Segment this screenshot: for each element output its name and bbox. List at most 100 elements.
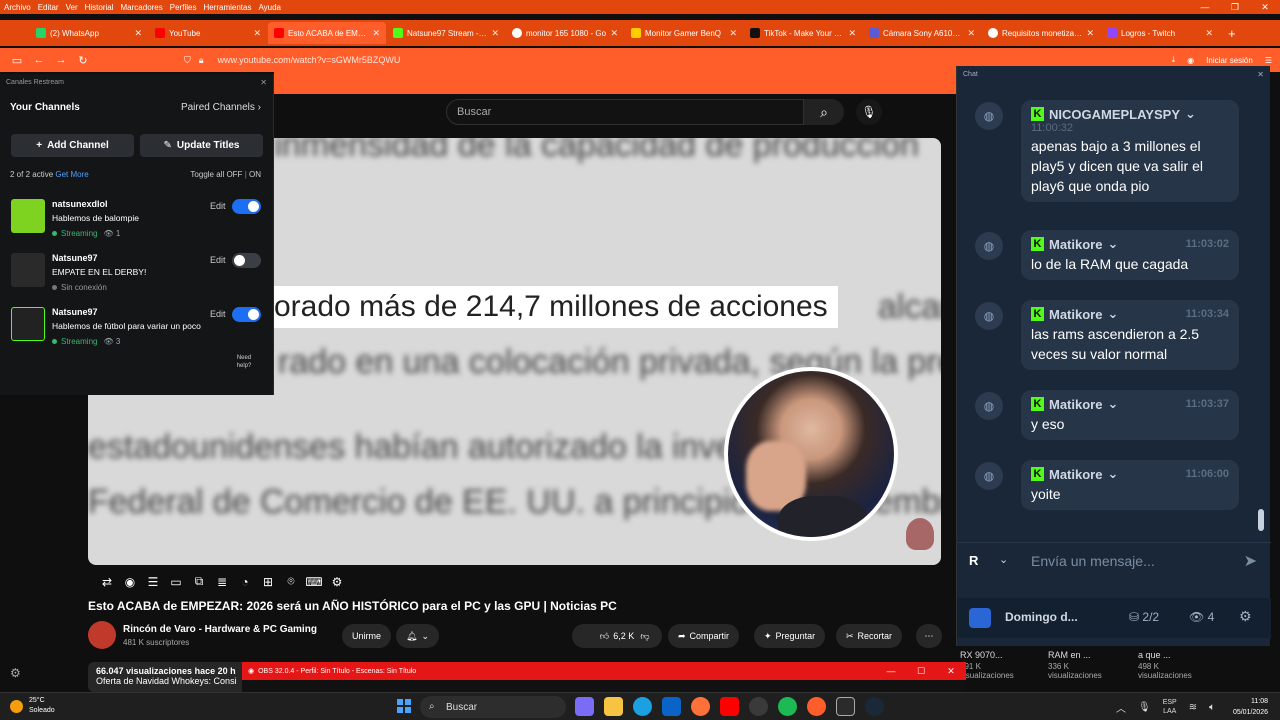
need-help-button[interactable]: Need help?: [232, 354, 256, 370]
epic-games-icon[interactable]: [836, 697, 855, 716]
windows-start-icon[interactable]: [397, 699, 411, 713]
update-titles-button[interactable]: ✎ Update Titles: [140, 134, 263, 157]
settings-icon[interactable]: ⚙: [328, 575, 346, 589]
tab-close-icon[interactable]: ✕: [848, 28, 856, 39]
keyboard-icon[interactable]: ⌨: [305, 575, 323, 589]
edit-button[interactable]: Edit: [210, 201, 226, 211]
tab-twitch[interactable]: Logros - Twitch ✕: [1101, 22, 1219, 44]
tab-close-icon[interactable]: ✕: [134, 28, 142, 39]
pip-icon[interactable]: ⧉: [190, 574, 208, 589]
edit-button[interactable]: Edit: [210, 309, 226, 319]
close-icon[interactable]: ✕: [936, 662, 966, 680]
tab-google-monitor[interactable]: monitor 165 1080 - Go ✕: [506, 22, 624, 44]
obs-window-titlebar[interactable]: ◉ OBS 32.0.4 - Perfil: Sin Título - Escen…: [242, 662, 966, 680]
menu-ver[interactable]: Ver: [66, 3, 78, 12]
add-channel-button[interactable]: + Add Channel: [11, 134, 134, 157]
notifications-button[interactable]: 🔔︎ ⌄: [396, 624, 439, 648]
close-icon[interactable]: ✕: [1257, 70, 1264, 79]
channel-avatar[interactable]: [88, 621, 116, 649]
description-box[interactable]: 66.047 visualizaciones hace 20 h Oferta …: [88, 662, 268, 692]
ask-button[interactable]: ✦ Preguntar: [754, 624, 826, 648]
obs-icon[interactable]: [749, 697, 768, 716]
edge-icon[interactable]: [633, 697, 652, 716]
sidebar-settings-icon[interactable]: ⚙: [10, 666, 21, 680]
sidebar-toggle-icon[interactable]: ▭: [6, 51, 28, 69]
channel-toggle[interactable]: [232, 199, 261, 214]
restream-logo-icon[interactable]: R: [969, 553, 987, 571]
menu-perfiles[interactable]: Perfiles: [170, 3, 197, 12]
minimize-icon[interactable]: —: [1190, 0, 1220, 14]
url-bar[interactable]: ⛉ 🔒︎ www.youtube.com/watch?v=sGWMr5BZQWU: [178, 50, 948, 70]
loop-icon[interactable]: ⇄: [98, 575, 116, 589]
rec-video[interactable]: RAM en ... 336 Kvisualizaciones: [1048, 650, 1128, 680]
microphone-icon[interactable]: 🎙︎: [1138, 702, 1151, 713]
paired-channels-link[interactable]: Paired Channels ›: [181, 102, 261, 113]
tab-close-icon[interactable]: ✕: [1086, 28, 1094, 39]
tab-whatsapp[interactable]: (2) WhatsApp ✕: [30, 22, 148, 44]
menu-historial[interactable]: Historial: [85, 3, 114, 12]
username[interactable]: Matikore: [1049, 307, 1102, 322]
add-icon[interactable]: ⊞: [259, 575, 277, 589]
close-icon[interactable]: ✕: [260, 78, 267, 87]
clip-button[interactable]: ✂ Recortar: [836, 624, 903, 648]
sign-in-label[interactable]: Iniciar sesión: [1206, 56, 1253, 65]
copilot-icon[interactable]: [575, 697, 594, 716]
channel-toggle[interactable]: [232, 253, 261, 268]
file-explorer-icon[interactable]: [604, 697, 623, 716]
channel-name[interactable]: Rincón de Varo - Hardware & PC Gaming: [123, 624, 317, 635]
chevron-up-icon[interactable]: ︿: [1116, 700, 1126, 715]
username[interactable]: Matikore: [1049, 397, 1102, 412]
back-icon[interactable]: ←: [28, 51, 50, 69]
chevron-down-icon[interactable]: ⌄: [1107, 236, 1118, 252]
tab-close-icon[interactable]: ✕: [372, 28, 380, 39]
shield-icon[interactable]: ⛉: [184, 55, 191, 66]
toggle-all[interactable]: Toggle all OFF | ON: [190, 170, 261, 179]
tab-sony[interactable]: Cámara Sony A6100 (I ✕: [863, 22, 981, 44]
url-text[interactable]: www.youtube.com/watch?v=sGWMr5BZQWU: [218, 55, 401, 65]
tab-close-icon[interactable]: ✕: [967, 28, 975, 39]
menu-ayuda[interactable]: Ayuda: [258, 3, 281, 12]
account-icon[interactable]: ◉: [1187, 56, 1194, 65]
menu-icon[interactable]: ☰: [1265, 56, 1272, 65]
tab-google-requisitos[interactable]: Requisitos monetizació ✕: [982, 22, 1100, 44]
join-button[interactable]: Unirme: [342, 624, 392, 648]
get-more-link[interactable]: Get More: [55, 170, 88, 179]
download-icon[interactable]: ⤓: [1172, 55, 1176, 65]
tab-close-icon[interactable]: ✕: [1205, 28, 1213, 39]
menu-herramientas[interactable]: Herramientas: [203, 3, 251, 12]
menu-archivo[interactable]: Archivo: [4, 3, 31, 12]
chevron-down-icon[interactable]: ⌄: [1185, 106, 1196, 122]
tab-youtube[interactable]: YouTube ✕: [149, 22, 267, 44]
clock[interactable]: 11:08 05/01/2026: [1233, 696, 1268, 718]
search-icon[interactable]: ⌕: [804, 99, 844, 125]
tab-close-icon[interactable]: ✕: [491, 28, 499, 39]
outlook-icon[interactable]: [662, 697, 681, 716]
tab-tiktok[interactable]: TikTok - Make Your Day ✕: [744, 22, 862, 44]
firefox-icon[interactable]: [691, 697, 710, 716]
lock-icon[interactable]: 🔒︎: [199, 55, 204, 66]
weather-widget[interactable]: 25°C Soleado: [10, 696, 55, 716]
language-indicator[interactable]: ESP LAA: [1163, 698, 1177, 716]
event-title[interactable]: Domingo d...: [1005, 610, 1078, 624]
steam-icon[interactable]: [865, 697, 884, 716]
chat-scrollbar[interactable]: [1258, 509, 1264, 531]
search-input[interactable]: Buscar: [446, 99, 804, 125]
tab-kick[interactable]: Natsune97 Stream - W ✕: [387, 22, 505, 44]
menu-editar[interactable]: Editar: [38, 3, 59, 12]
edit-button[interactable]: Edit: [210, 255, 226, 265]
youtube-icon[interactable]: [720, 697, 739, 716]
rec-video[interactable]: RX 9070... 491 Kvisualizaciones: [960, 650, 1040, 680]
channel-toggle[interactable]: [232, 307, 261, 322]
settings-icon[interactable]: ⚙: [1239, 608, 1252, 625]
audio-icon[interactable]: ◉: [121, 575, 139, 589]
chevron-down-icon[interactable]: ⌄: [999, 553, 1008, 566]
browser-icon[interactable]: [807, 697, 826, 716]
tab-close-icon[interactable]: ✕: [253, 28, 261, 39]
wifi-icon[interactable]: ≋: [1189, 702, 1197, 713]
camera-icon[interactable]: ⌾: [282, 574, 300, 589]
username[interactable]: NICOGAMEPLAYSPY: [1049, 107, 1180, 122]
new-tab-button[interactable]: +: [1228, 26, 1236, 41]
rec-video[interactable]: a que ... 498 Kvisualizaciones: [1138, 650, 1218, 680]
microphone-icon[interactable]: 🎙︎: [856, 99, 882, 125]
forward-icon[interactable]: →: [50, 51, 72, 69]
